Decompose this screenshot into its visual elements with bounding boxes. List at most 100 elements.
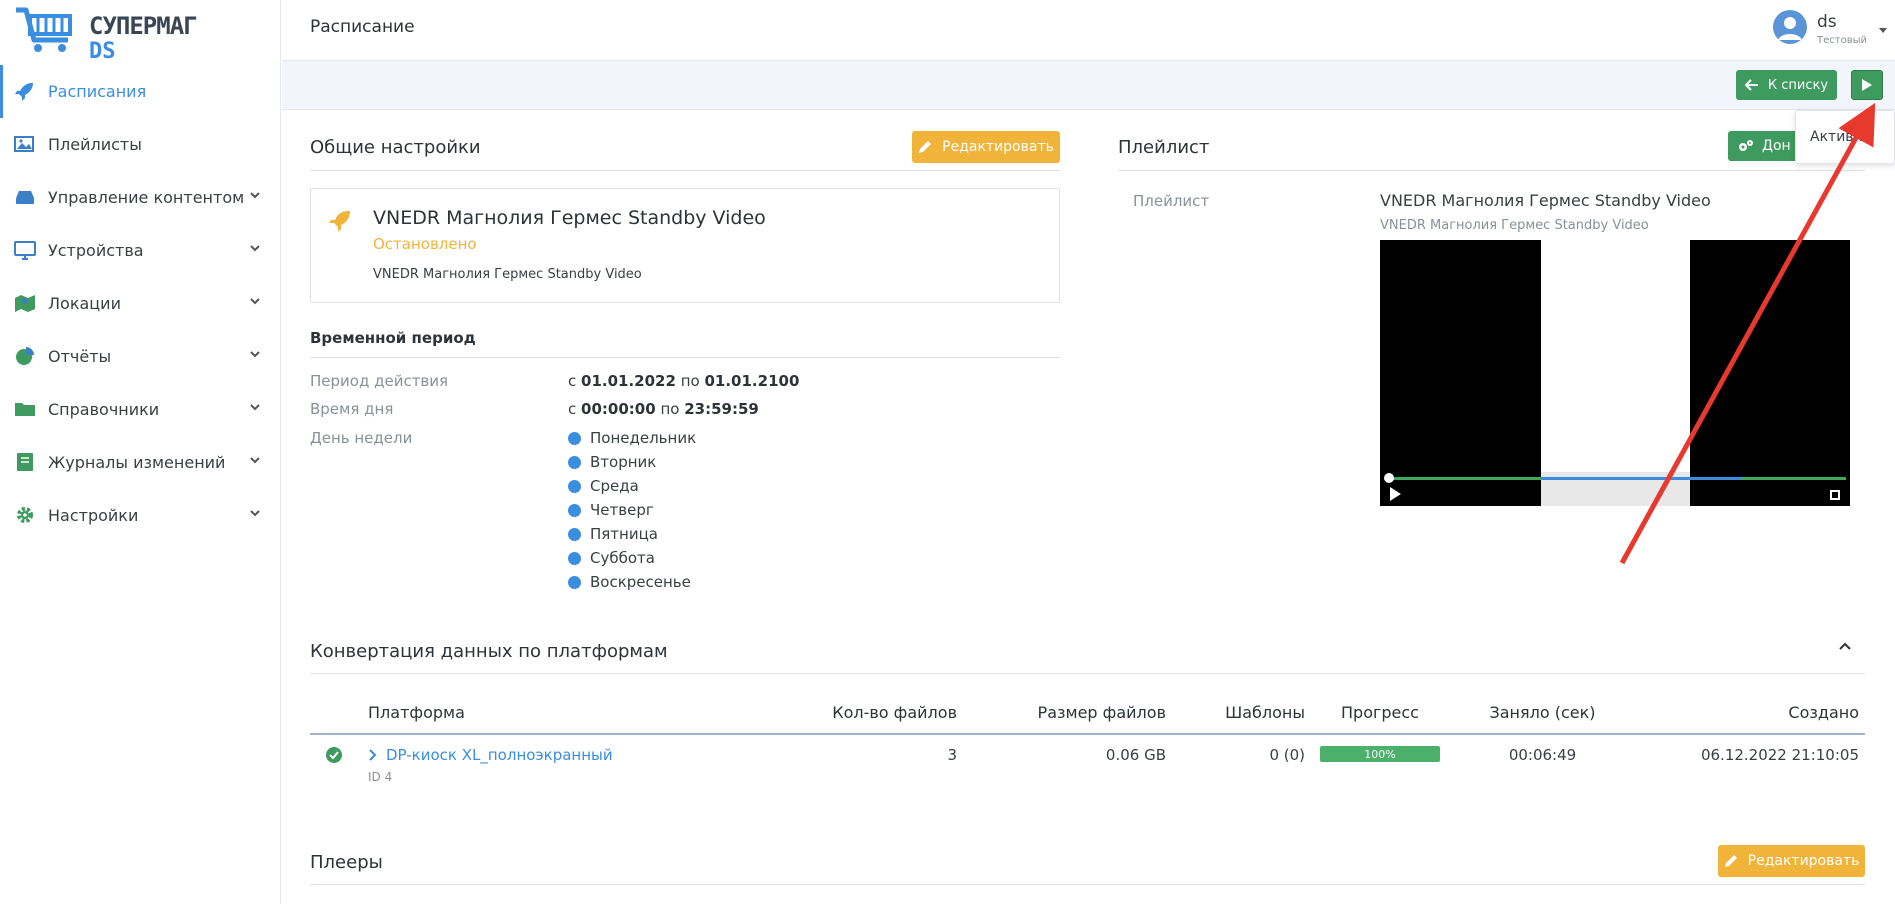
divider	[1118, 170, 1865, 171]
video-preview[interactable]	[1380, 240, 1850, 506]
sidebar-item-settings[interactable]: Настройки	[0, 489, 281, 542]
sidebar-item-changelogs[interactable]: Журналы изменений	[0, 436, 281, 489]
dot-icon	[568, 503, 581, 517]
prefix-from: с	[568, 372, 577, 390]
templates-count: 0 (0)	[1269, 746, 1305, 764]
chevron-up-icon[interactable]	[1838, 641, 1852, 651]
user-name: ds	[1817, 12, 1837, 32]
edit-players-button[interactable]: Редактировать	[1718, 845, 1865, 877]
files-size: 0.06 GB	[1105, 746, 1166, 764]
images-icon	[14, 136, 34, 152]
weekday-item: Среда	[568, 477, 639, 495]
sidebar-item-label: Устройства	[48, 241, 144, 260]
divider	[310, 673, 1865, 674]
schedule-name: VNEDR Магнолия Гермес Standby Video	[373, 207, 766, 229]
playlist-name: VNEDR Магнолия Гермес Standby Video	[1380, 191, 1711, 210]
validity-to: 01.01.2100	[704, 372, 800, 390]
time-of-day-value: с 00:00:00 по 23:59:59	[568, 400, 759, 418]
user-role: Тестовый	[1817, 35, 1867, 46]
drive-icon	[16, 191, 34, 204]
cart-logo-icon	[16, 7, 72, 52]
sidebar-item-label: Плейлисты	[48, 135, 142, 154]
chevron-down-icon	[250, 351, 260, 358]
sidebar-item-label: Локации	[48, 294, 121, 313]
chevron-down-icon	[250, 510, 260, 517]
logo-subtext: DS	[89, 39, 116, 64]
back-to-list-button[interactable]: К списку	[1736, 70, 1837, 100]
prefix-to: по	[660, 400, 680, 418]
time-of-day-label: Время дня	[310, 400, 394, 418]
monitor-icon	[14, 241, 36, 260]
weekday-item: Суббота	[568, 549, 655, 567]
conversion-progress-bar: 100%	[1320, 746, 1440, 762]
sidebar-item-schedules[interactable]: Расписания	[0, 65, 281, 118]
sidebar-item-content[interactable]: Управление контентом	[0, 171, 281, 224]
column-header-templates: Шаблоны	[1225, 703, 1305, 722]
platform-link[interactable]: DP-киоск XL_полноэкранный	[386, 746, 613, 764]
general-settings-title: Общие настройки	[310, 137, 481, 158]
user-menu[interactable]: ds Тестовый	[1755, 8, 1895, 52]
divider	[310, 357, 1060, 358]
weekday-name: Воскресенье	[590, 573, 691, 591]
column-header-size: Размер файлов	[1037, 703, 1166, 722]
conversion-section-title: Конвертация данных по платформам	[310, 641, 668, 662]
action-toolbar: К списку	[282, 61, 1895, 110]
column-header-files: Кол-во файлов	[832, 703, 957, 722]
video-play-icon[interactable]	[1390, 487, 1401, 501]
sidebar-item-label: Расписания	[48, 82, 147, 101]
dot-icon	[568, 431, 581, 445]
caret-down-icon	[1879, 28, 1887, 33]
sidebar-item-playlists[interactable]: Плейлисты	[0, 118, 281, 171]
validity-label: Период действия	[310, 372, 449, 390]
pencil-icon	[919, 141, 932, 153]
user-icon	[1778, 17, 1802, 40]
video-seek-handle[interactable]	[1384, 473, 1394, 483]
fullscreen-icon[interactable]	[1830, 490, 1840, 500]
time-to: 23:59:59	[684, 400, 759, 418]
play-status-button[interactable]	[1851, 70, 1883, 100]
check-circle-icon	[326, 747, 342, 763]
folder-icon	[15, 403, 35, 416]
column-header-created: Создано	[1788, 703, 1859, 722]
weekday-name: Вторник	[590, 453, 657, 471]
weekday-item: Вторник	[568, 453, 656, 471]
divider	[310, 884, 1865, 885]
sidebar-item-locations[interactable]: Локации	[0, 277, 281, 330]
chevron-right-icon[interactable]	[368, 748, 378, 762]
weekday-name: Суббота	[590, 549, 655, 567]
prefix-to: по	[680, 372, 700, 390]
sidebar: СУПЕРМАГ DS Расписания Плейлисты Управле…	[0, 0, 281, 904]
weekday-item: Четверг	[568, 501, 654, 519]
progress-fill: 100%	[1320, 746, 1440, 762]
column-header-progress: Прогресс	[1341, 703, 1419, 722]
status-dropdown: Активно	[1795, 110, 1895, 164]
logo[interactable]: СУПЕРМАГ DS	[14, 6, 204, 64]
dot-icon	[568, 527, 581, 541]
chevron-down-icon	[250, 245, 260, 252]
back-to-list-label: К списку	[1767, 77, 1829, 93]
players-section-title: Плееры	[310, 852, 383, 873]
schedule-card: VNEDR Магнолия Гермес Standby Video Оста…	[310, 188, 1060, 303]
logo-text: СУПЕРМАГ	[89, 12, 198, 40]
playlist-action-button[interactable]: Дон	[1728, 131, 1798, 161]
sidebar-item-label: Настройки	[48, 506, 139, 525]
pencil-icon	[1724, 855, 1737, 867]
sidebar-item-devices[interactable]: Устройства	[0, 224, 281, 277]
sidebar-item-reports[interactable]: Отчёты	[0, 330, 281, 383]
validity-from: 01.01.2022	[581, 372, 676, 390]
dot-icon	[568, 575, 581, 589]
top-header: Расписание ds Тестовый	[282, 0, 1895, 61]
weekday-label: День недели	[310, 429, 413, 447]
weekday-name: Четверг	[590, 501, 654, 519]
weekday-name: Пятница	[590, 525, 658, 543]
dropdown-item-active[interactable]: Активно	[1810, 129, 1871, 145]
edit-players-label: Редактировать	[1747, 853, 1860, 869]
gears-icon	[1739, 140, 1753, 151]
sidebar-nav: Расписания Плейлисты Управление контенто…	[0, 65, 281, 542]
rocket-icon	[15, 83, 33, 101]
sidebar-item-references[interactable]: Справочники	[0, 383, 281, 436]
edit-general-button[interactable]: Редактировать	[912, 131, 1060, 163]
pie-chart-icon	[16, 347, 34, 365]
chevron-down-icon	[250, 457, 260, 464]
sidebar-item-label: Управление контентом	[48, 188, 245, 207]
